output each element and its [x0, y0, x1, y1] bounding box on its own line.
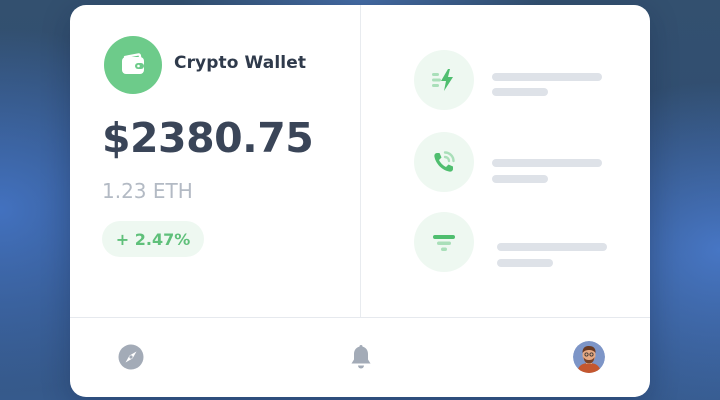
- skeleton-line: [492, 175, 548, 183]
- skeleton-line: [497, 259, 553, 267]
- skeleton-line: [492, 73, 602, 81]
- skeleton-line: [492, 88, 548, 96]
- crypto-amount: 1.23 ETH: [102, 179, 193, 203]
- action-row-filter[interactable]: [360, 212, 650, 272]
- change-badge: + 2.47%: [102, 221, 204, 257]
- bottom-nav-divider: [70, 317, 650, 318]
- phone-call-icon[interactable]: [414, 132, 474, 192]
- skeleton-line: [497, 243, 607, 251]
- fast-transfer-icon[interactable]: [414, 50, 474, 110]
- wallet-icon: [104, 36, 162, 94]
- action-row-call[interactable]: [360, 132, 650, 192]
- skeleton-line: [492, 159, 602, 167]
- compass-icon[interactable]: [116, 342, 146, 372]
- app-title: Crypto Wallet: [174, 53, 307, 73]
- wallet-card: Crypto Wallet $2380.75 1.23 ETH + 2.47%: [70, 5, 650, 397]
- filter-icon[interactable]: [414, 212, 474, 272]
- avatar[interactable]: [573, 341, 605, 373]
- balance-panel: Crypto Wallet $2380.75 1.23 ETH + 2.47%: [70, 5, 360, 317]
- bell-icon[interactable]: [346, 342, 376, 372]
- balance-amount: $2380.75: [102, 114, 314, 162]
- action-row-transfer[interactable]: [360, 50, 650, 110]
